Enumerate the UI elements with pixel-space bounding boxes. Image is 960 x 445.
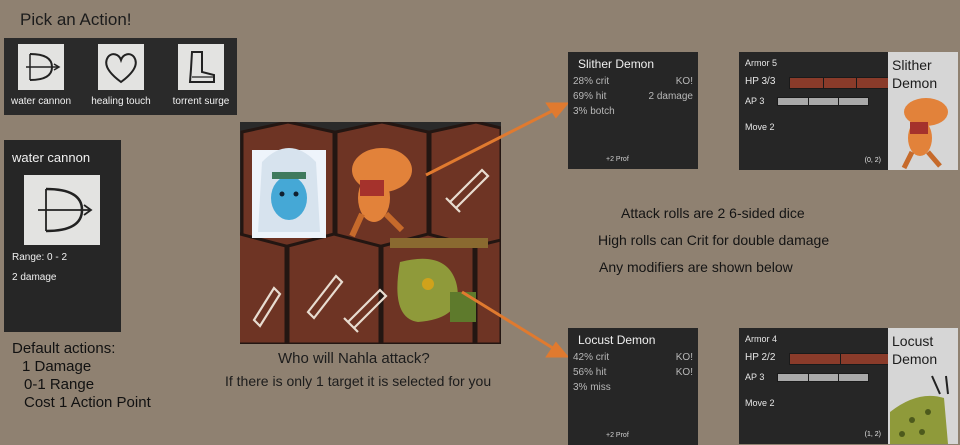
action-bar: water cannon healing touch torrent surge bbox=[4, 38, 237, 115]
target-stats-locust-demon[interactable]: Locust Demon 42% crit KO! 56% hit KO! 3%… bbox=[568, 328, 698, 445]
action-label: healing touch bbox=[91, 96, 151, 107]
action-healing-touch[interactable]: healing touch bbox=[84, 44, 158, 107]
miss-row: 3% miss bbox=[573, 382, 693, 393]
selected-action-range: Range: 0 - 2 bbox=[12, 252, 68, 263]
attack-question: Who will Nahla attack? bbox=[278, 350, 430, 367]
default-actions-heading: Default actions: bbox=[12, 340, 116, 357]
crit-row: 42% crit KO! bbox=[573, 352, 693, 363]
miss-chance: 3% miss bbox=[573, 382, 611, 393]
botch-row: 3% botch bbox=[573, 106, 693, 117]
slither-demon-icon bbox=[901, 98, 948, 170]
default-damage: 1 Damage bbox=[22, 358, 92, 375]
move-value: Move 2 bbox=[745, 122, 775, 132]
target-note: If there is only 1 target it is selected… bbox=[225, 373, 492, 389]
locust-demon-portrait: Locust Demon bbox=[888, 328, 958, 444]
portrait-name: Slither Demon bbox=[892, 57, 938, 91]
info-line-dice: Attack rolls are 2 6-sided dice bbox=[621, 205, 805, 221]
locust-demon-icon bbox=[890, 375, 949, 444]
bow-icon bbox=[24, 175, 100, 245]
armor-value: Armor 5 bbox=[745, 58, 778, 68]
hp-value: HP 2/2 bbox=[745, 352, 776, 363]
default-range: 0-1 Range bbox=[24, 376, 95, 393]
crit-result: KO! bbox=[675, 76, 693, 87]
move-value: Move 2 bbox=[745, 398, 775, 408]
boot-icon bbox=[178, 44, 224, 90]
selected-action-damage: 2 damage bbox=[12, 272, 57, 283]
page-title: Pick an Action! bbox=[20, 10, 132, 29]
hit-chance: 56% hit bbox=[573, 367, 607, 378]
default-actions: Default actions: 1 Damage 0-1 Range Cost… bbox=[12, 340, 151, 412]
hit-result: KO! bbox=[675, 367, 693, 378]
slither-demon-portrait: Slither Demon bbox=[888, 52, 958, 170]
grid-coords: (1, 2) bbox=[864, 431, 881, 438]
ap-value: AP 3 bbox=[745, 96, 765, 106]
heart-icon bbox=[98, 44, 144, 90]
ap-bar bbox=[777, 373, 869, 382]
action-label: torrent surge bbox=[172, 96, 230, 107]
selected-action-name: water cannon bbox=[12, 150, 91, 165]
hp-value: HP 3/3 bbox=[745, 76, 776, 87]
hp-bar bbox=[789, 353, 891, 365]
hit-row: 69% hit 2 damage bbox=[573, 91, 693, 102]
hit-result: 2 damage bbox=[648, 91, 693, 102]
default-cost: Cost 1 Action Point bbox=[24, 394, 151, 411]
ap-value: AP 3 bbox=[745, 372, 765, 382]
game-board bbox=[240, 122, 501, 344]
hp-bar bbox=[789, 77, 891, 89]
crit-row: 28% crit KO! bbox=[573, 76, 693, 87]
crit-chance: 28% crit bbox=[573, 76, 610, 87]
target-stats-slither-demon[interactable]: Slither Demon 28% crit KO! 69% hit 2 dam… bbox=[568, 52, 698, 169]
arrowhead-icon bbox=[545, 341, 570, 358]
ap-bar bbox=[777, 97, 869, 106]
target-detail-slither-demon: Armor 5 HP 3/3 AP 3 Move 2 (0, 2) bbox=[739, 52, 891, 170]
action-water-cannon[interactable]: water cannon bbox=[4, 44, 78, 107]
selected-action-card: water cannon Range: 0 - 2 2 damage bbox=[4, 140, 121, 332]
arrowhead-icon bbox=[545, 102, 570, 119]
nahla-player-token[interactable] bbox=[252, 148, 326, 238]
crit-result: KO! bbox=[675, 352, 693, 363]
hit-row: 56% hit KO! bbox=[573, 367, 693, 378]
action-label: water cannon bbox=[10, 96, 72, 107]
action-torrent-surge[interactable]: torrent surge bbox=[164, 44, 238, 107]
target-name: Locust Demon bbox=[578, 333, 656, 347]
portrait-name: Locust Demon bbox=[892, 333, 938, 367]
crit-chance: 42% crit bbox=[573, 352, 610, 363]
botch-chance: 3% botch bbox=[573, 106, 615, 117]
armor-value: Armor 4 bbox=[745, 334, 778, 344]
target-name: Slither Demon bbox=[578, 57, 655, 71]
info-line-crit: High rolls can Crit for double damage bbox=[598, 232, 830, 248]
proficiency-badge: +2 Prof bbox=[606, 432, 629, 439]
proficiency-badge: +2 Prof bbox=[606, 156, 629, 163]
bow-icon bbox=[18, 44, 64, 90]
info-line-modifiers: Any modifiers are shown below bbox=[599, 259, 793, 275]
hit-chance: 69% hit bbox=[573, 91, 607, 102]
grid-coords: (0, 2) bbox=[864, 157, 881, 164]
target-detail-locust-demon: Armor 4 HP 2/2 AP 3 Move 2 (1, 2) bbox=[739, 328, 891, 444]
